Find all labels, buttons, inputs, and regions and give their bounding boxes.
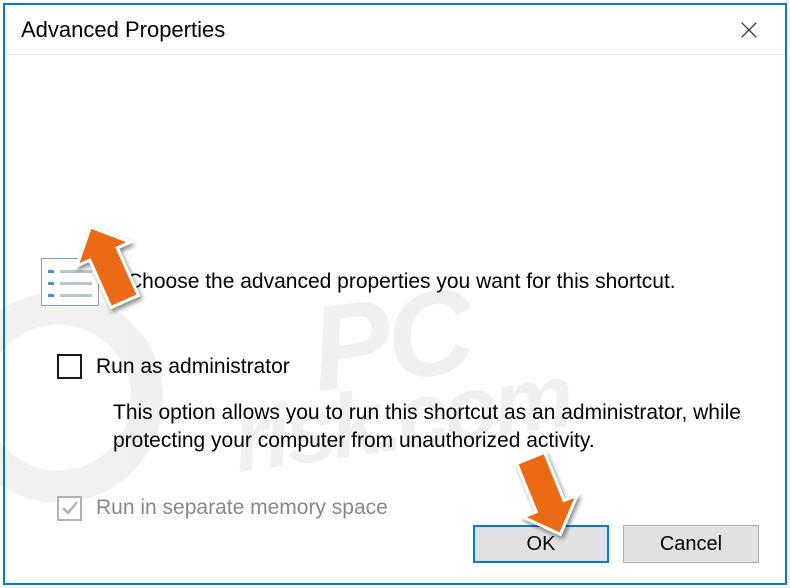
dialog-title: Advanced Properties xyxy=(21,17,719,43)
run-as-admin-checkbox[interactable] xyxy=(57,354,82,379)
intro-row: Choose the advanced properties you want … xyxy=(41,258,749,306)
run-as-admin-description: This option allows you to run this short… xyxy=(113,399,749,456)
run-as-admin-label: Run as administrator xyxy=(96,355,290,379)
titlebar: Advanced Properties xyxy=(5,5,785,55)
close-button[interactable] xyxy=(719,10,779,50)
cancel-button[interactable]: Cancel xyxy=(623,525,759,563)
dialog-footer: OK Cancel xyxy=(473,525,759,563)
option-run-as-admin: Run as administrator This option allows … xyxy=(57,354,749,456)
close-icon xyxy=(738,19,760,41)
ok-button[interactable]: OK xyxy=(473,525,609,563)
dialog-content: PC risk.com Choose the advanced properti… xyxy=(5,55,785,583)
dialog-window: Advanced Properties PC risk.com Choose t… xyxy=(3,3,787,585)
separate-memory-checkbox xyxy=(57,496,82,521)
intro-text: Choose the advanced properties you want … xyxy=(127,270,676,294)
option-separate-memory: Run in separate memory space xyxy=(57,496,749,521)
separate-memory-label: Run in separate memory space xyxy=(96,496,388,520)
check-icon xyxy=(60,498,80,518)
properties-icon xyxy=(41,258,99,306)
